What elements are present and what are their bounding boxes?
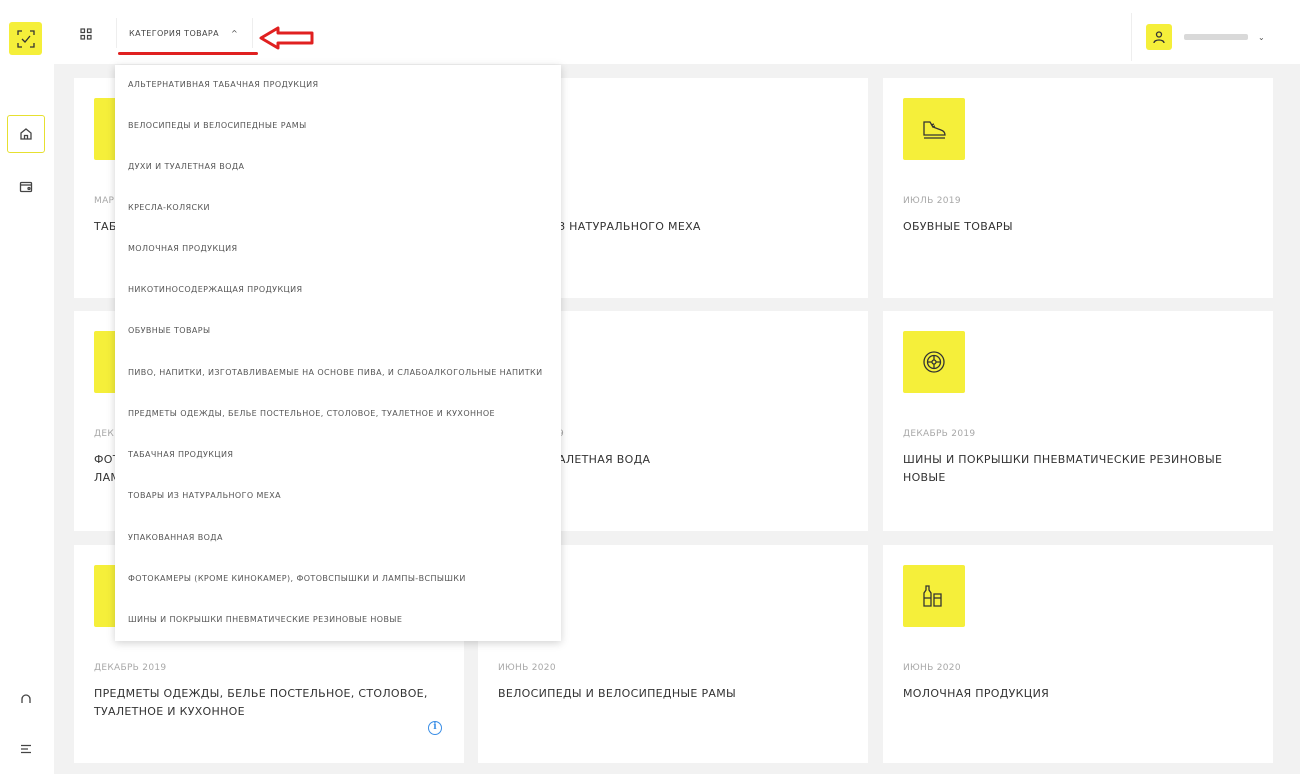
card-date: ДЕКАБРЬ 2019: [903, 429, 976, 439]
home-icon[interactable]: [7, 115, 45, 153]
logo-icon[interactable]: [9, 22, 42, 55]
dropdown-item[interactable]: ФОТОКАМЕРЫ (КРОМЕ КИНОКАМЕР), ФОТОВСПЫШК…: [128, 569, 466, 589]
annotation-underline: [118, 52, 258, 55]
card-date: ИЮНЬ 2020: [498, 663, 556, 673]
shoe-icon: [903, 98, 965, 160]
support-icon[interactable]: [7, 680, 45, 718]
dropdown-item[interactable]: АЛЬТЕРНАТИВНАЯ ТАБАЧНАЯ ПРОДУКЦИЯ: [128, 75, 318, 95]
category-card[interactable]: ИЮНЬ 2020 МОЛОЧНАЯ ПРОДУКЦИЯ: [883, 545, 1273, 763]
dropdown-item[interactable]: МОЛОЧНАЯ ПРОДУКЦИЯ: [128, 239, 237, 259]
user-avatar-icon: [1146, 24, 1172, 50]
card-date: ИЮНЬ 2020: [903, 663, 961, 673]
apps-grid-icon[interactable]: [74, 22, 98, 46]
user-menu[interactable]: ⌄: [1131, 13, 1287, 61]
user-name-redacted: [1184, 34, 1248, 40]
dropdown-item[interactable]: ВЕЛОСИПЕДЫ И ВЕЛОСИПЕДНЫЕ РАМЫ: [128, 116, 307, 136]
card-title: З НАТУРАЛЬНОГО МЕХА: [558, 220, 701, 233]
card-title: ШИНЫ И ПОКРЫШКИ ПНЕВМАТИЧЕСКИЕ РЕЗИНОВЫЕ…: [903, 453, 1223, 484]
card-date: МАР: [94, 196, 115, 206]
category-card[interactable]: ДЕКАБРЬ 2019 ШИНЫ И ПОКРЫШКИ ПНЕВМАТИЧЕС…: [883, 311, 1273, 531]
category-card[interactable]: ИЮЛЬ 2019 ОБУВНЫЕ ТОВАРЫ: [883, 78, 1273, 298]
dropdown-item[interactable]: ОБУВНЫЕ ТОВАРЫ: [128, 321, 210, 341]
dropdown-item[interactable]: ШИНЫ И ПОКРЫШКИ ПНЕВМАТИЧЕСКИЕ РЕЗИНОВЫЕ…: [128, 610, 402, 630]
dropdown-item[interactable]: КРЕСЛА-КОЛЯСКИ: [128, 198, 210, 218]
wallet-icon[interactable]: [7, 168, 45, 206]
sidebar: [0, 0, 54, 774]
dropdown-item[interactable]: ТАБАЧНАЯ ПРОДУКЦИЯ: [128, 445, 233, 465]
dropdown-item[interactable]: ТОВАРЫ ИЗ НАТУРАЛЬНОГО МЕХА: [128, 486, 281, 506]
dropdown-item[interactable]: НИКОТИНОСОДЕРЖАЩАЯ ПРОДУКЦИЯ: [128, 280, 302, 300]
chevron-down-icon: ⌄: [1258, 32, 1265, 42]
card-title: ОБУВНЫЕ ТОВАРЫ: [903, 220, 1013, 233]
tire-icon: [903, 331, 965, 393]
card-title: АЛЕТНАЯ ВОДА: [558, 453, 651, 466]
card-date: ИЮЛЬ 2019: [903, 196, 961, 206]
card-title: ВЕЛОСИПЕДЫ И ВЕЛОСИПЕДНЫЕ РАМЫ: [498, 687, 737, 700]
dropdown-item[interactable]: ДУХИ И ТУАЛЕТНАЯ ВОДА: [128, 157, 244, 177]
category-dropdown-menu: АЛЬТЕРНАТИВНАЯ ТАБАЧНАЯ ПРОДУКЦИЯ ВЕЛОСИ…: [115, 65, 561, 641]
info-icon[interactable]: i: [428, 721, 442, 735]
annotation-arrow-icon: [259, 26, 314, 50]
milk-icon: [903, 565, 965, 627]
category-dropdown-toggle[interactable]: КАТЕГОРИЯ ТОВАРА ^: [116, 18, 253, 48]
category-dropdown-label: КАТЕГОРИЯ ТОВАРА: [129, 28, 220, 38]
dropdown-item[interactable]: УПАКОВАННАЯ ВОДА: [128, 528, 223, 548]
menu-icon[interactable]: [7, 730, 45, 768]
dropdown-item[interactable]: ПИВО, НАПИТКИ, ИЗГОТАВЛИВАЕМЫЕ НА ОСНОВЕ…: [128, 363, 543, 383]
dropdown-item[interactable]: ПРЕДМЕТЫ ОДЕЖДЫ, БЕЛЬЕ ПОСТЕЛЬНОЕ, СТОЛО…: [128, 404, 495, 424]
card-date: ДЕК: [94, 429, 115, 439]
card-title: ПРЕДМЕТЫ ОДЕЖДЫ, БЕЛЬЕ ПОСТЕЛЬНОЕ, СТОЛО…: [94, 687, 428, 718]
chevron-up-icon: ^: [231, 28, 238, 38]
card-title: МОЛОЧНАЯ ПРОДУКЦИЯ: [903, 687, 1050, 700]
card-date: ДЕКАБРЬ 2019: [94, 663, 167, 673]
